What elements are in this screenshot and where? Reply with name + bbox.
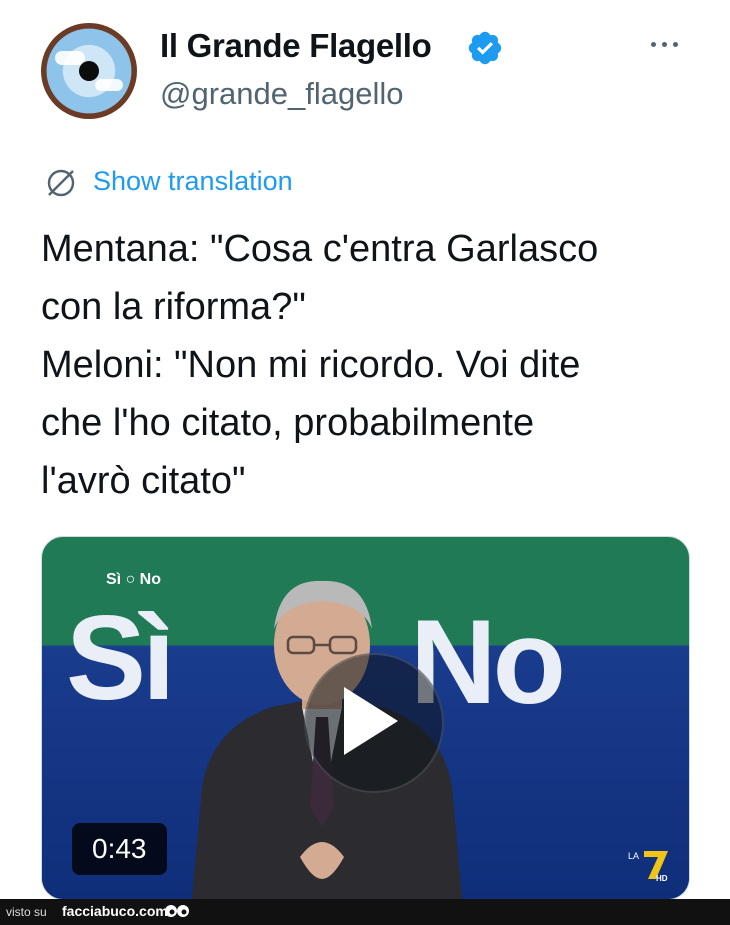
translate-globe-icon (47, 169, 75, 197)
user-handle[interactable]: @grande_flagello (160, 76, 403, 112)
dot (662, 42, 667, 47)
tweet-text-line: con la riforma?" (41, 286, 306, 328)
video-player[interactable]: Sì ○ No Sì No 0:43 LA HD (41, 536, 690, 900)
tweet-text-line: Meloni: "Non mi ricordo. Voi dite (41, 344, 581, 386)
tweet-text: Mentana: "Cosa c'entra Garlasco con la r… (41, 220, 691, 510)
display-name[interactable]: Il Grande Flagello (160, 27, 432, 65)
show-logo-small: Sì ○ No (106, 571, 161, 588)
channel-logo: LA HD (628, 851, 668, 883)
dot (651, 42, 656, 47)
watermark-site: facciabuco.com (62, 903, 168, 919)
watermark-label: visto su (6, 905, 47, 919)
avatar-cloud (95, 79, 123, 91)
tweet-text-line: l'avrò citato" (41, 460, 246, 502)
svg-text:HD: HD (656, 874, 668, 883)
svg-text:LA: LA (628, 851, 639, 861)
tweet-text-line: che l'ho citato, probabilmente (41, 402, 535, 444)
dot (673, 42, 678, 47)
avatar-pupil (79, 61, 99, 81)
eyes-icon (165, 905, 189, 917)
watermark-bar: visto su facciabuco.com (0, 899, 730, 925)
show-translation-link[interactable]: Show translation (93, 166, 293, 197)
more-options-icon[interactable] (648, 34, 688, 56)
video-text-si: Sì (66, 591, 175, 725)
avatar[interactable] (41, 23, 137, 119)
avatar-cloud (55, 51, 85, 65)
verified-badge-icon (468, 31, 502, 65)
play-icon[interactable] (344, 687, 398, 755)
video-duration: 0:43 (72, 823, 167, 875)
tweet-text-line: Mentana: "Cosa c'entra Garlasco (41, 228, 599, 270)
